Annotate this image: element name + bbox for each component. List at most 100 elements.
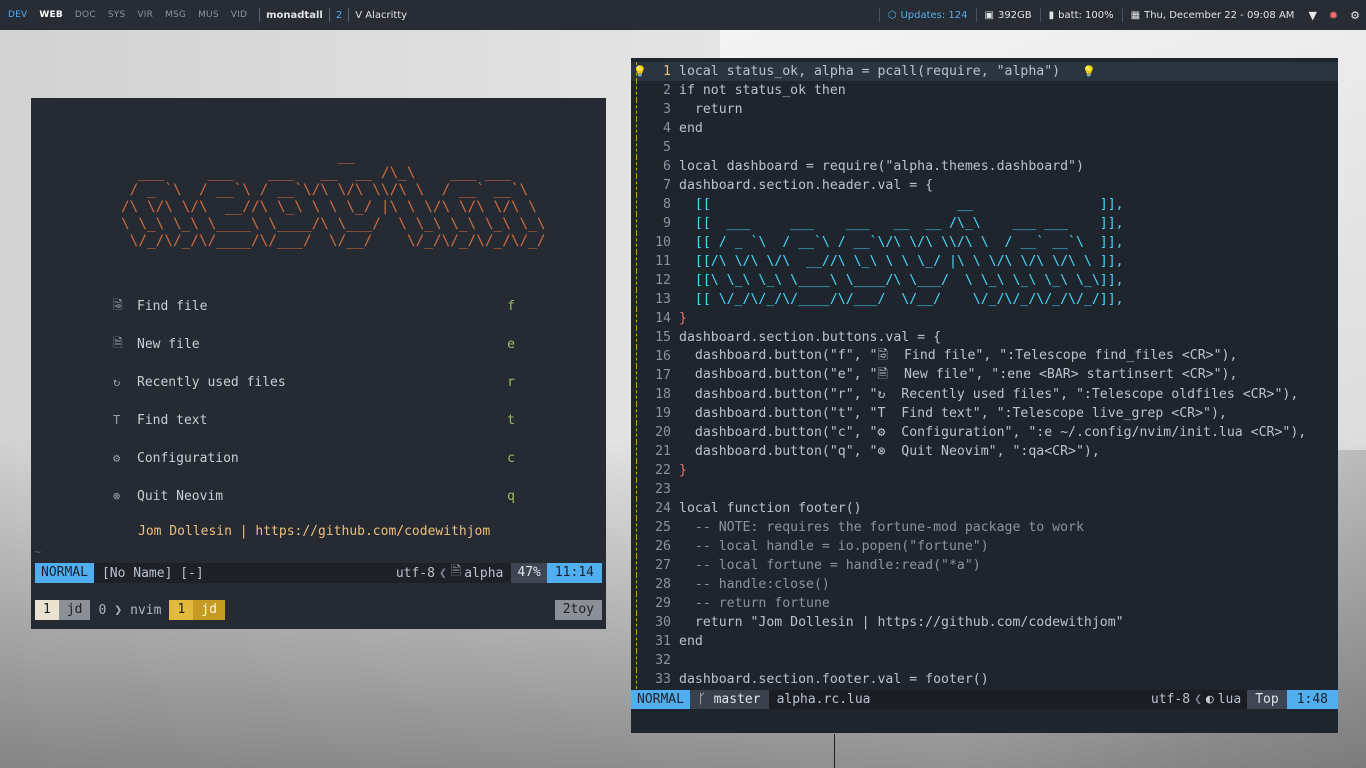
code-line[interactable]: 12 [[\ \_\ \_\ \____\ \____/\ \___/ \ \_…	[631, 271, 1338, 290]
code-line[interactable]: 3 return	[631, 100, 1338, 119]
code-line[interactable]: 15 dashboard.section.buttons.val = {	[631, 328, 1338, 347]
code-text: local dashboard = require("alpha.themes.…	[679, 159, 1084, 174]
indent-marker	[636, 575, 638, 594]
code-line[interactable]: 4 end	[631, 119, 1338, 138]
updates-widget[interactable]: ⬡ Updates: 124	[878, 8, 976, 22]
lightbulb-icon[interactable]: 💡	[1082, 65, 1096, 78]
line-number: 31	[655, 634, 671, 649]
separator	[328, 8, 330, 22]
code-line[interactable]: 32	[631, 651, 1338, 670]
lightbulb-icon[interactable]: 💡	[633, 65, 647, 78]
tmux-active-window-index[interactable]: 1	[169, 600, 194, 620]
code-line[interactable]: 26 -- local handle = io.popen("fortune")	[631, 537, 1338, 556]
wifi-icon[interactable]: ▼	[1302, 9, 1322, 22]
indent-marker	[636, 670, 638, 689]
code-line[interactable]: 8 [[ __ ]],	[631, 195, 1338, 214]
dashboard-item-find-text[interactable]: T Find text t	[113, 410, 515, 430]
text-icon: T	[113, 413, 121, 427]
code-line[interactable]: 16 dashboard.button("f", "🗟 Find file", …	[631, 347, 1338, 366]
code-line[interactable]: 24 local function footer()	[631, 499, 1338, 518]
code-line[interactable]: 11 [[/\ \/\ \/\ __//\ \_\ \ \ \_/ |\ \ \…	[631, 252, 1338, 271]
battery-widget: ▮ batt: 100%	[1039, 8, 1122, 22]
code-line[interactable]: 22}	[631, 461, 1338, 480]
calendar-icon: ▦	[1130, 9, 1141, 21]
dashboard-item-shortcut: f	[507, 298, 515, 314]
indent-marker	[636, 119, 638, 138]
workspace-sys[interactable]: SYS	[102, 10, 132, 20]
code-line[interactable]: 14}	[631, 309, 1338, 328]
workspace-mus[interactable]: MUS	[192, 10, 225, 20]
code-line[interactable]: 18 dashboard.button("r", "↻ Recently use…	[631, 385, 1338, 404]
line-number: 11	[655, 254, 671, 269]
dashboard-item-find-file[interactable]: 🗟 Find file f	[113, 296, 515, 316]
mode-indicator: NORMAL	[35, 563, 94, 583]
code-line[interactable]: 5	[631, 138, 1338, 157]
code-line[interactable]: 9 [[ ___ ___ ___ __ __ /\_\ ___ ___ ]],	[631, 214, 1338, 233]
code-text: if not status_ok then	[679, 83, 846, 98]
code-editor[interactable]: 💡 1 local status_ok, alpha = pcall(require…	[631, 62, 1338, 689]
tmux-window-index[interactable]: 1	[35, 600, 59, 620]
code-line[interactable]: 23	[631, 480, 1338, 499]
bug-icon[interactable]: ✹	[1323, 9, 1344, 22]
code-line[interactable]: 27 -- local fortune = handle:read("*a")	[631, 556, 1338, 575]
tmux-active-window-name[interactable]: jd	[193, 600, 225, 620]
dashboard-item-recently-used-files[interactable]: ↻ Recently used files r	[113, 372, 515, 392]
settings-gear-icon[interactable]: ⚙	[1344, 9, 1366, 22]
tmux-window-name[interactable]: jd	[58, 600, 91, 620]
disk-label: 392GB	[997, 9, 1032, 21]
code-line[interactable]: 31 end	[631, 632, 1338, 651]
code-line[interactable]: 20 dashboard.button("c", "⚙ Configuratio…	[631, 423, 1338, 442]
code-line[interactable]: 30 return "Jom Dollesin | https://github…	[631, 613, 1338, 632]
window-count: 2	[335, 9, 343, 21]
indent-marker	[636, 347, 638, 366]
workspace-doc[interactable]: DOC	[69, 10, 102, 20]
workspace-vid[interactable]: VID	[225, 10, 253, 20]
indent-marker	[636, 233, 638, 252]
right-terminal-window[interactable]: 💡 1 local status_ok, alpha = pcall(require…	[631, 58, 1338, 733]
code-line[interactable]: 19 dashboard.button("t", "T Find text", …	[631, 404, 1338, 423]
tmux-window-name[interactable]: nvim	[122, 603, 169, 618]
dashboard-item-quit-neovim[interactable]: ⊗ Quit Neovim q	[113, 486, 515, 506]
code-text: dashboard.button("r", "↻ Recently used f…	[679, 387, 1299, 402]
line-number: 3	[663, 102, 671, 117]
dashboard-item-configuration[interactable]: ⚙ Configuration c	[113, 448, 515, 468]
code-line[interactable]: 10 [[ / _ `\ / __`\ / __`\/\ \/\ \\/\ \ …	[631, 233, 1338, 252]
mode-indicator: NORMAL	[631, 690, 690, 709]
chevron-left-icon: ❮	[1194, 692, 1202, 707]
indent-marker	[636, 594, 638, 613]
line-number: 16	[655, 349, 671, 364]
code-line[interactable]: 25 -- NOTE: requires the fortune-mod pac…	[631, 518, 1338, 537]
code-line[interactable]: 28 -- handle:close()	[631, 575, 1338, 594]
statusline-right: utf-8 ❮ ◐ lua Top 1:48	[1151, 690, 1338, 709]
code-line[interactable]: 💡 1 local status_ok, alpha = pcall(require…	[631, 62, 1338, 81]
indent-marker	[636, 499, 638, 518]
workspace-web[interactable]: WEB	[33, 10, 69, 20]
line-number: 7	[663, 178, 671, 193]
code-line[interactable]: 21 dashboard.button("q", "⊗ Quit Neovim"…	[631, 442, 1338, 461]
line-number: 26	[655, 539, 671, 554]
line-number: 5	[663, 140, 671, 155]
code-line[interactable]: 17 dashboard.button("e", "🗎 New file", "…	[631, 366, 1338, 385]
code-line[interactable]: 13 [[ \/_/\/_/\/____/\/___/ \/__/ \/_/\/…	[631, 290, 1338, 309]
indent-marker	[636, 81, 638, 100]
clock-widget[interactable]: ▦ Thu, December 22 - 09:08 AM	[1121, 8, 1303, 22]
tmux-window-index[interactable]: 0	[90, 603, 114, 618]
chevron-right-icon: ❯	[114, 602, 123, 618]
encoding-label: utf-8	[395, 565, 435, 581]
code-line[interactable]: 7 dashboard.section.header.val = {	[631, 176, 1338, 195]
top-panel: DEV WEB DOC SYS VIR MSG MUS VID monadtall 2 V A…	[0, 0, 1366, 30]
left-terminal-window[interactable]: __ ___ ___ ___ __ __ /\_\ ___ ___ / _ `\…	[31, 98, 606, 629]
file-name: alpha.rc.lua	[776, 692, 871, 707]
dashboard-item-new-file[interactable]: 🗎 New file e	[113, 334, 515, 354]
indent-marker	[636, 385, 638, 404]
line-number: 27	[655, 558, 671, 573]
code-line[interactable]: 2 if not status_ok then	[631, 81, 1338, 100]
workspace-msg[interactable]: MSG	[159, 10, 192, 20]
code-line[interactable]: 33 dashboard.section.footer.val = footer(…	[631, 670, 1338, 689]
layout-name[interactable]: monadtall	[266, 10, 323, 21]
workspace-vir[interactable]: VIR	[131, 10, 159, 20]
code-line[interactable]: 6 local dashboard = require("alpha.themes…	[631, 157, 1338, 176]
indent-marker	[636, 271, 638, 290]
workspace-dev[interactable]: DEV	[0, 10, 33, 20]
code-line[interactable]: 29 -- return fortune	[631, 594, 1338, 613]
